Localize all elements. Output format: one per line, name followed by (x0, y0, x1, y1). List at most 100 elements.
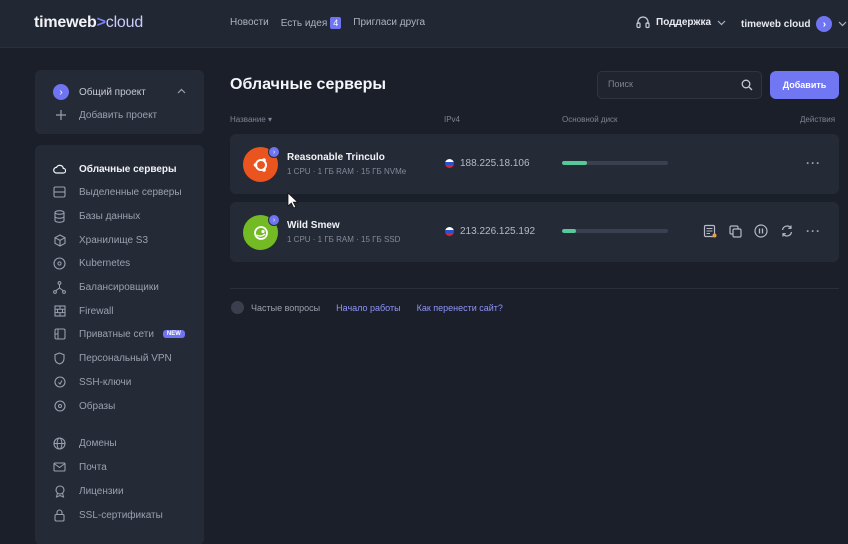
top-nav: Новости Есть идея 4 Пригласи друга (230, 17, 425, 29)
nav-ideas-link[interactable]: Есть идея 4 (281, 17, 342, 29)
more-icon[interactable]: ··· (806, 224, 821, 238)
row-actions: ··· (806, 156, 821, 170)
plus-icon (56, 110, 66, 120)
support-label: Поддержка (656, 17, 712, 28)
add-server-button[interactable]: Добавить (770, 71, 839, 99)
restart-icon[interactable] (780, 224, 794, 238)
sidebar-item-ssl[interactable]: SSL-сертификаты (53, 507, 163, 523)
russia-flag-icon (445, 159, 454, 168)
logo-arrow: > (96, 14, 106, 31)
balancer-icon (53, 280, 66, 294)
server-row[interactable]: › Reasonable Trinculo 1 CPU · 1 ГБ RAM ·… (230, 134, 839, 194)
sidebar-item-balancers[interactable]: Балансировщики (53, 279, 159, 295)
current-project[interactable]: › Общий проект (53, 84, 186, 100)
database-icon (53, 209, 66, 223)
project-switcher: › Общий проект Добавить проект (35, 70, 204, 134)
license-icon (53, 484, 66, 498)
sidebar-item-label: Персональный VPN (79, 352, 172, 364)
key-icon (53, 376, 66, 389)
server-spec: 1 CPU · 1 ГБ RAM · 15 ГБ NVMe (287, 167, 407, 176)
sidebar-item-label: SSL-сертификаты (79, 509, 163, 521)
sidebar-item-s3[interactable]: Хранилище S3 (53, 232, 148, 248)
server-icon (53, 186, 66, 199)
support-button[interactable]: Поддержка (636, 16, 726, 29)
disk-usage-fill (562, 161, 588, 165)
server-name[interactable]: Wild Smew (287, 220, 340, 231)
nav-news-link[interactable]: Новости (230, 17, 269, 29)
top-bar: timeweb>cloud Новости Есть идея 4 Приглас… (0, 0, 848, 48)
search-box (597, 71, 762, 99)
sidebar-item-private-networks[interactable]: Приватные сети NEW (53, 326, 185, 342)
server-avatar: › (243, 146, 280, 182)
sidebar-item-ssh-keys[interactable]: SSH-ключи (53, 374, 131, 390)
sidebar-item-databases[interactable]: Базы данных (53, 208, 140, 224)
chevron-down-icon (717, 20, 726, 25)
server-name[interactable]: Reasonable Trinculo (287, 152, 385, 163)
account-avatar-icon: › (816, 16, 833, 32)
ideas-count-badge: 4 (330, 17, 342, 29)
copy-icon[interactable] (729, 224, 742, 238)
console-icon[interactable] (703, 224, 717, 238)
column-name-header[interactable]: Название ▾ (230, 115, 272, 124)
sidebar-item-label: Лицензии (79, 485, 124, 497)
disk-usage-fill (562, 229, 576, 233)
sidebar-item-label: Облачные серверы (79, 163, 177, 175)
sidebar-item-label: Выделенные серверы (79, 186, 182, 198)
sidebar-item-kubernetes[interactable]: Kubernetes (53, 255, 130, 271)
add-project-label: Добавить проект (79, 109, 158, 121)
server-avatar: › (243, 214, 280, 250)
mail-icon (53, 461, 66, 474)
sidebar-item-firewall[interactable]: Firewall (53, 303, 113, 319)
sidebar-item-label: Образы (79, 400, 116, 412)
column-name-label: Название (230, 115, 266, 124)
page-title: Облачные серверы (230, 76, 387, 93)
column-actions-header: Действия (800, 115, 836, 124)
server-ip: 213.226.125.192 (445, 226, 535, 237)
sidebar-item-label: Домены (79, 437, 117, 449)
sidebar-item-label: Базы данных (79, 210, 141, 222)
chevron-up-icon[interactable] (177, 88, 186, 94)
server-row[interactable]: › Wild Smew 1 CPU · 1 ГБ RAM · 15 ГБ SSD… (230, 202, 839, 262)
server-ip-value[interactable]: 213.226.125.192 (460, 226, 535, 237)
pause-icon[interactable] (754, 224, 768, 238)
network-icon (53, 328, 66, 341)
sidebar-item-dedicated-servers[interactable]: Выделенные серверы (53, 184, 182, 200)
sidebar-item-label: Балансировщики (79, 281, 159, 293)
opensuse-icon (253, 225, 268, 240)
sidebar-item-domains[interactable]: Домены (53, 435, 117, 451)
globe-icon (53, 436, 66, 450)
new-badge: NEW (162, 330, 185, 338)
faq-link-getting-started[interactable]: Начало работы (336, 303, 400, 313)
sidebar-item-label: Приватные сети (79, 328, 154, 340)
column-disk-header: Основной диск (562, 115, 618, 124)
logo-sub: cloud (105, 14, 144, 31)
cloud-icon (53, 163, 66, 176)
sidebar-nav: Облачные серверы Выделенные серверы Базы… (35, 145, 204, 544)
add-project-button[interactable]: Добавить проект (53, 109, 157, 121)
search-icon[interactable] (741, 79, 753, 91)
more-icon[interactable]: ··· (806, 156, 821, 170)
account-menu[interactable]: timeweb cloud › (741, 16, 847, 32)
faq-label: Частые вопросы (231, 301, 320, 314)
sort-desc-icon: ▾ (267, 115, 272, 124)
nav-invite-link[interactable]: Пригласи друга (353, 17, 425, 29)
account-label: timeweb cloud (741, 18, 811, 30)
sidebar-item-images[interactable]: Образы (53, 398, 115, 414)
server-ip-value[interactable]: 188.225.18.106 (460, 158, 530, 169)
sidebar-item-mail[interactable]: Почта (53, 459, 107, 475)
nav-ideas-label: Есть идея (280, 18, 328, 29)
disc-icon (53, 400, 66, 413)
kubernetes-icon (53, 256, 66, 270)
logo[interactable]: timeweb>cloud (34, 14, 143, 32)
current-project-label: Общий проект (79, 86, 146, 98)
faq-link-migrate-site[interactable]: Как перенести сайт? (417, 303, 503, 313)
project-mini-icon: › (268, 146, 280, 158)
server-ip: 188.225.18.106 (445, 158, 530, 169)
column-ipv4-header: IPv4 (444, 115, 461, 124)
mouse-cursor-icon (287, 192, 299, 209)
search-input[interactable] (608, 79, 728, 89)
sidebar-item-vpn[interactable]: Персональный VPN (53, 350, 172, 366)
help-icon (231, 301, 244, 314)
sidebar-item-cloud-servers[interactable]: Облачные серверы (53, 161, 177, 177)
sidebar-item-licenses[interactable]: Лицензии (53, 483, 124, 499)
